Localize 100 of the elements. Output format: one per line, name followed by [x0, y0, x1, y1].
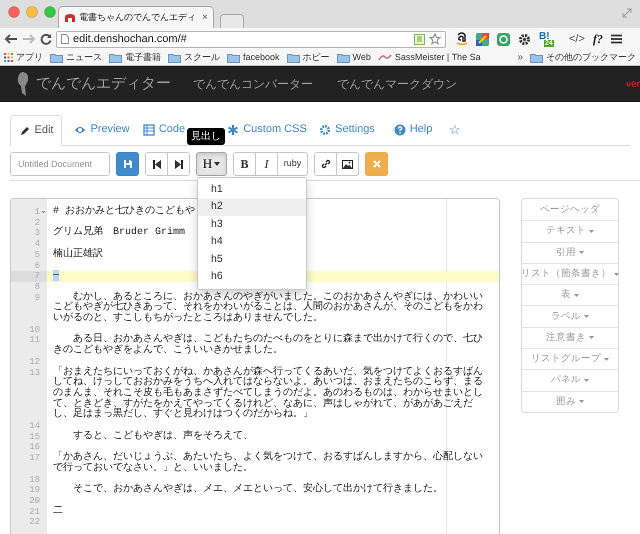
menu-item[interactable]: h4	[198, 234, 306, 251]
previous-button[interactable]	[145, 152, 168, 176]
tab[interactable]: Edit	[10, 115, 62, 146]
caret-icon	[614, 272, 619, 276]
folder-icon	[168, 52, 181, 62]
other-bookmarks-folder[interactable]: その他のブックマーク	[530, 50, 636, 64]
bookmark-item[interactable]: 電子書籍	[109, 50, 161, 64]
page-icon	[61, 34, 69, 44]
code-line: むかし、あるところに、おかあさんのやぎがいました。このおかあさんやぎには、かわいいこどもやぎが七ひきあって、それをかわいがることは、人間のおかあさんが、そのこどもをかわいがるのと、すこしもちがったところはありませんでした。	[53, 292, 483, 324]
tab-title: 電書ちゃんのでんでんエディ	[79, 10, 196, 24]
line-number: 13	[29, 368, 40, 378]
star-icon[interactable]	[429, 33, 441, 45]
tab[interactable]: Settings	[310, 114, 384, 145]
save-button[interactable]	[116, 152, 139, 176]
folder-icon	[336, 52, 350, 62]
caret-icon	[584, 315, 589, 318]
settings-icon[interactable]	[518, 32, 531, 46]
bookmark-item[interactable]: ニュース	[50, 50, 102, 64]
window-control-icon	[26, 6, 38, 18]
favicon-icon	[64, 12, 76, 22]
menu-item[interactable]: h5	[198, 251, 306, 268]
line-number: 15	[29, 432, 40, 442]
help-icon	[394, 124, 406, 136]
code-line: 「かあさん、だいじょうぶ、あたいたち、よく気をつけて、おるすばんしますから、心配しないで行っておいでなさい。」と、いいました。	[53, 452, 483, 474]
caret-icon	[214, 162, 220, 166]
line-number: 5	[34, 250, 40, 261]
code-line: 二	[53, 506, 63, 517]
nav-link[interactable]: でんでんマークダウン	[337, 75, 457, 93]
asterisk-icon	[227, 124, 240, 136]
pencil-square-icon[interactable]	[476, 32, 489, 46]
line-number: 6	[34, 260, 40, 272]
bookmark-item[interactable]: ホビー	[286, 50, 330, 64]
caret-icon	[589, 230, 594, 233]
bookmark-item[interactable]: facebook	[227, 50, 280, 64]
code-extension-button[interactable]: </>	[569, 30, 585, 48]
menu-item[interactable]: h6	[198, 268, 306, 286]
line-number: 2	[34, 218, 40, 228]
menu-icon[interactable]	[610, 34, 622, 44]
caret-icon	[579, 251, 584, 254]
bookmark-item[interactable]: アプリ	[4, 50, 43, 64]
window-control-icon	[44, 6, 56, 18]
code-line: 「おまえたちにいっておくがね、かあさんが森へ行ってくるあいだ、気をつけてよくおるすばんしてね、けっしておおかみをうちへ入れてはならないよ。あいつは、おまえたちのこらず、まるのまんま、それこそ皮も毛もあまさずたべてしまうのだよ。あのわるものは、わからせまいとして、ときどき、すがたをかえてやってくるけれど、なあに、声はしゃがれて、があがあごえだし、足はまっ黒だし、すぐと見わけはつくのだからね。」	[53, 366, 483, 420]
menu-item[interactable]: h3	[198, 216, 306, 234]
version-link[interactable]: ver	[626, 76, 640, 92]
code-line: ある日、おかあさんやぎは、こどもたちのたべものをとりに森まで出かけて行くので、七ひきのこどもやぎをよんで、こういいきかせました。	[53, 334, 483, 356]
line-number: 16	[29, 442, 40, 454]
close-icon	[372, 160, 380, 168]
line-number: 10	[29, 324, 40, 336]
formula-extension-button[interactable]: f?	[592, 30, 603, 48]
code-line: そこで、おかあさんやぎは、メエ、メエといって、安心して出かけて行きました。	[72, 484, 443, 496]
code-editor[interactable]	[10, 198, 500, 534]
bookmark-item[interactable]: スクール	[168, 50, 220, 64]
nav-link[interactable]: でんでんコンバーター	[193, 75, 313, 93]
code-line: すると、こどもやぎは、声をそろえて、	[72, 430, 253, 442]
code-line: # おおかみと七ひきのこどもや	[53, 206, 196, 217]
folder-icon	[530, 52, 543, 62]
line-number: 12	[29, 356, 40, 368]
image-button[interactable]	[336, 152, 359, 176]
table-icon	[142, 124, 155, 136]
address-bar[interactable]: edit.denshochan.com/#	[56, 30, 446, 48]
caret-icon	[579, 400, 584, 404]
tab[interactable]: Custom CSS	[226, 114, 308, 145]
line-number: 19	[29, 485, 40, 496]
heading-dropdown-button[interactable]: H	[196, 152, 227, 176]
title-input[interactable]: Untitled Document	[10, 152, 110, 176]
browser-tab[interactable]: 電書ちゃんのでんでんエディ ×	[58, 6, 214, 28]
hair-silhouette-icon	[16, 71, 30, 97]
next-button[interactable]	[167, 152, 190, 176]
code-line: グリム兄弟 Bruder Grimm	[53, 227, 186, 238]
bookmark-item[interactable]: Web	[336, 50, 371, 64]
line-number: 22	[29, 517, 40, 528]
tooltip: 見出し	[187, 128, 225, 145]
tab[interactable]: Code	[140, 114, 188, 145]
tab[interactable]: Help	[386, 114, 440, 145]
caret-icon	[604, 358, 609, 361]
url-text: edit.denshochan.com/#	[73, 32, 187, 47]
back-icon[interactable]	[4, 33, 18, 45]
tab[interactable]: ☆	[442, 114, 468, 145]
pencil-icon	[18, 124, 31, 136]
reload-icon[interactable]	[40, 33, 52, 45]
ruby-button[interactable]: ruby	[277, 152, 308, 176]
tab[interactable]: Preview	[66, 114, 138, 145]
more-bookmarks-button[interactable]: »	[517, 50, 523, 65]
bookmark-item[interactable]: SassMeister | The Sa	[378, 50, 481, 64]
menu-item[interactable]: h1	[198, 181, 306, 198]
line-number: 17	[29, 453, 40, 464]
window-control-icon	[8, 6, 20, 18]
italic-button[interactable]: I	[255, 152, 278, 176]
close-tab-icon[interactable]: ×	[202, 10, 208, 25]
caret-icon	[584, 379, 589, 382]
line-number: 21	[29, 506, 40, 518]
folder-icon	[109, 52, 122, 62]
settings-icon	[319, 124, 332, 136]
line-number: 20	[29, 496, 40, 507]
brand-title[interactable]: でんでんエディター	[36, 72, 171, 96]
link-button[interactable]	[314, 152, 337, 176]
bold-button[interactable]: B	[233, 152, 256, 176]
skip-forward-icon	[174, 160, 182, 168]
caret-icon	[589, 336, 594, 340]
menu-item[interactable]: h2	[198, 198, 306, 216]
